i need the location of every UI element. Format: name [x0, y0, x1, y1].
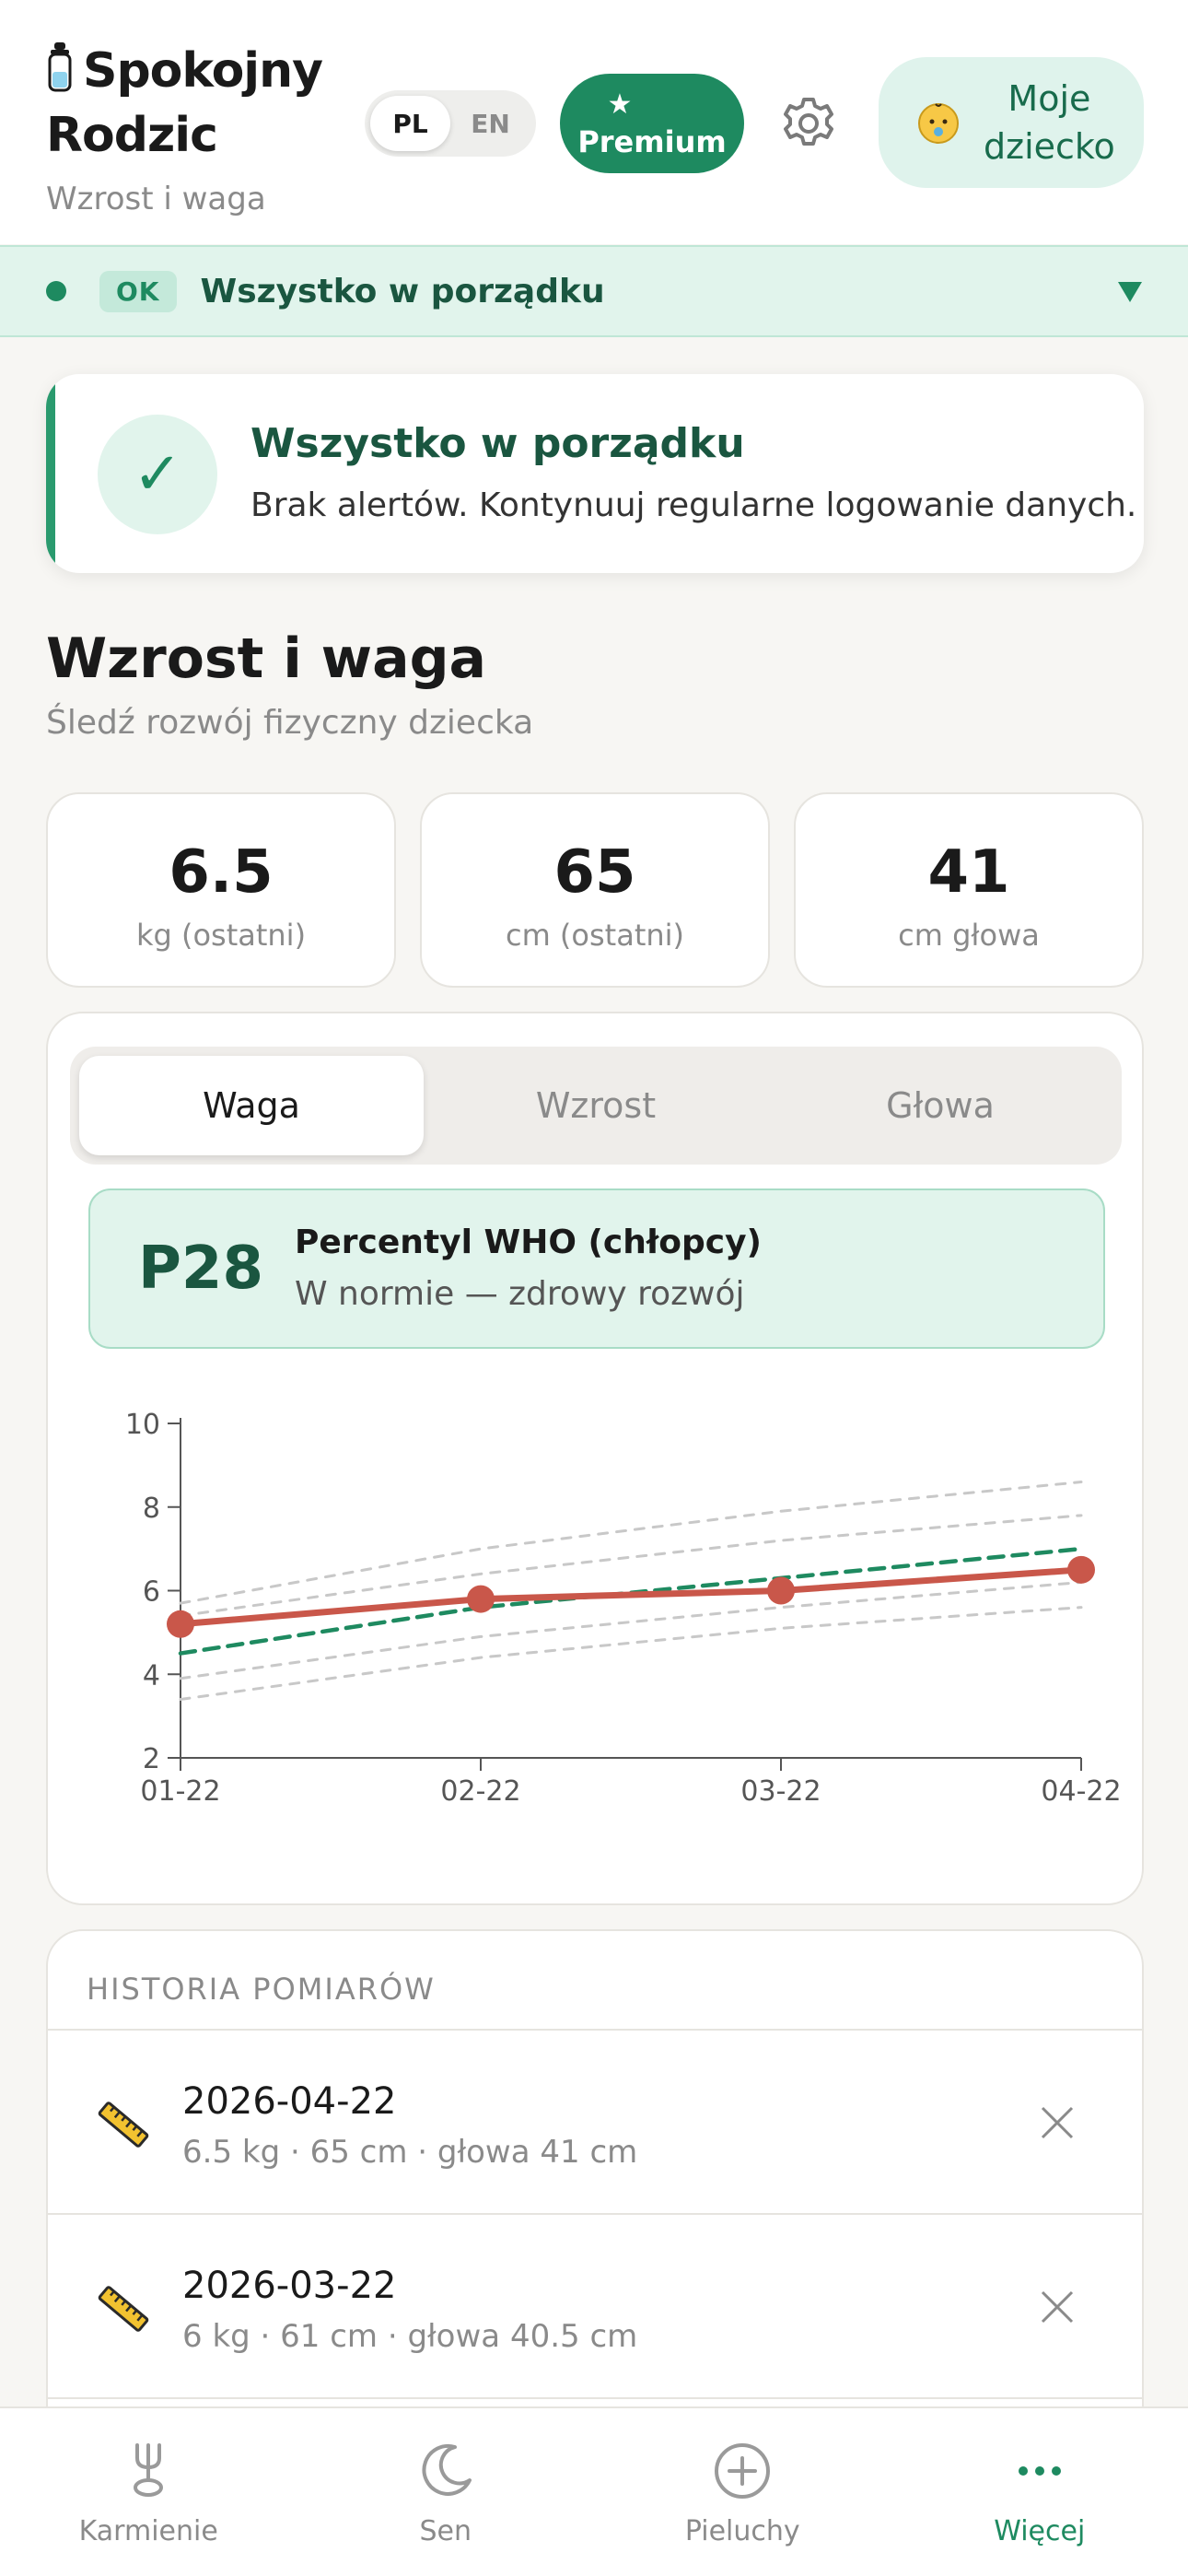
x-tick-label: 04-22 — [1041, 1775, 1121, 1808]
weight-chart: 2 4 6 8 10 01-22 02-22 03-22 04-22 — [125, 1409, 1122, 1808]
history-date: 2026-04-22 — [182, 2080, 397, 2123]
tab-head[interactable]: Głowa — [768, 1056, 1112, 1155]
percentile-title: Percentyl WHO (chłopcy) — [295, 1224, 763, 1261]
ruler-icon — [98, 2102, 149, 2148]
close-icon[interactable] — [1039, 2289, 1076, 2325]
app-title-line1: Spokojny — [83, 43, 323, 99]
stat-value: 41 — [927, 838, 1010, 907]
history-date: 2026-03-22 — [182, 2265, 397, 2307]
data-point — [767, 1576, 795, 1605]
tab-height[interactable]: Wzrost — [424, 1056, 768, 1155]
premium-button[interactable]: ★ Premium — [560, 74, 744, 173]
series-line-percentile — [178, 1546, 1084, 1656]
tab-weight[interactable]: Waga — [79, 1056, 424, 1155]
check-icon: ✓ — [98, 415, 217, 534]
y-tick-label: 2 — [143, 1743, 160, 1775]
bottle-icon — [48, 42, 72, 92]
lang-en-button[interactable]: EN — [450, 96, 530, 151]
nav-label: Sen — [419, 2515, 472, 2547]
percentile-value: P28 — [138, 1235, 263, 1303]
stat-card-weight: 6.5 kg (ostatni) — [46, 792, 396, 988]
bottom-nav: Karmienie Sen Pieluchy Więcej — [0, 2406, 1188, 2576]
nav-item-sleep[interactable]: Sen — [297, 2408, 595, 2576]
data-point — [1067, 1555, 1095, 1584]
nav-label: Pieluchy — [684, 2515, 800, 2547]
alert-accent-bar — [46, 374, 55, 573]
gear-icon[interactable] — [779, 94, 838, 153]
status-dot-icon — [46, 281, 66, 301]
app-header: Spokojny Rodzic Wzrost i waga PL EN ★ Pr… — [0, 0, 1188, 244]
stat-label: cm głowa — [898, 918, 1040, 953]
lang-pl-button[interactable]: PL — [370, 96, 450, 151]
x-tick-label: 01-22 — [140, 1775, 220, 1808]
nav-item-diapers[interactable]: Pieluchy — [594, 2408, 891, 2576]
y-tick-label: 8 — [143, 1493, 160, 1525]
plus-circle-icon — [715, 2443, 771, 2499]
x-tick-label: 03-22 — [740, 1775, 821, 1808]
stat-card-head: 41 cm głowa — [794, 792, 1144, 988]
chevron-down-icon[interactable] — [1116, 278, 1144, 304]
my-child-line2: dziecko — [984, 126, 1115, 167]
alert-card: ✓ Wszystko w porządku Brak alertów. Kont… — [46, 374, 1144, 573]
close-icon[interactable] — [1039, 2104, 1076, 2141]
status-text: Wszystko w porządku — [200, 272, 605, 310]
percentile-subtitle: W normie — zdrowy rozwój — [295, 1275, 745, 1313]
stat-card-height: 65 cm (ostatni) — [420, 792, 770, 988]
nav-label: Więcej — [994, 2515, 1086, 2547]
status-strip[interactable]: OK Wszystko w porządku — [0, 245, 1188, 337]
percentile-box: P28 Percentyl WHO (chłopcy) W normie — z… — [88, 1188, 1105, 1349]
nav-item-feeding[interactable]: Karmienie — [0, 2408, 297, 2576]
my-child-button[interactable]: Moje dziecko — [879, 57, 1144, 188]
history-detail: 6 kg · 61 cm · głowa 40.5 cm — [182, 2318, 638, 2355]
metric-tabs: Waga Wzrost Głowa — [70, 1047, 1122, 1165]
data-point — [167, 1610, 194, 1638]
ruler-icon — [98, 2286, 149, 2332]
stat-label: kg (ostatni) — [135, 918, 307, 953]
header-subtitle: Wzrost i waga — [46, 181, 266, 217]
stat-label: cm (ostatni) — [505, 918, 685, 953]
language-toggle[interactable]: PL EN — [365, 90, 536, 157]
brand: Spokojny Rodzic Wzrost i waga — [46, 39, 323, 217]
growth-chart-card: Waga Wzrost Głowa P28 Percentyl WHO (chł… — [46, 1012, 1144, 1905]
my-child-label: Moje dziecko — [984, 75, 1115, 170]
series-line-reference — [179, 1606, 1083, 1701]
history-row[interactable]: 2026-03-22 6 kg · 61 cm · głowa 40.5 cm — [48, 2213, 1142, 2397]
more-dots-icon — [1018, 2466, 1061, 2476]
series-line-reference — [179, 1481, 1083, 1605]
x-tick-label: 02-22 — [440, 1775, 520, 1808]
y-tick-label: 4 — [143, 1659, 160, 1692]
baby-face-icon — [918, 103, 959, 144]
history-row[interactable]: 2026-04-22 6.5 kg · 65 cm · głowa 41 cm — [48, 2029, 1142, 2213]
moon-icon — [422, 2443, 472, 2496]
feeding-icon — [134, 2443, 164, 2497]
star-icon: ★ — [607, 88, 633, 121]
alert-body: Brak alertów. Kontynuuj regularne logowa… — [250, 486, 1137, 524]
status-badge: OK — [99, 270, 177, 312]
history-detail: 6.5 kg · 65 cm · głowa 41 cm — [182, 2134, 638, 2171]
data-point — [467, 1585, 495, 1613]
series-line-reference — [179, 1514, 1083, 1618]
page-subtitle: Śledź rozwój fizyczny dziecka — [46, 704, 534, 742]
app-title: Spokojny Rodzic — [46, 39, 323, 168]
app-title-line2: Rodzic — [46, 108, 218, 163]
alert-title: Wszystko w porządku — [250, 420, 745, 467]
page-title: Wzrost i waga — [46, 626, 487, 691]
nav-item-more[interactable]: Więcej — [891, 2408, 1188, 2576]
stat-value: 6.5 — [169, 838, 274, 907]
nav-label: Karmienie — [78, 2515, 218, 2547]
premium-label: Premium — [577, 124, 727, 159]
my-child-line1: Moje — [1007, 78, 1091, 119]
stat-value: 65 — [553, 838, 636, 907]
history-title: HISTORIA POMIARÓW — [87, 1972, 436, 2007]
y-tick-label: 6 — [143, 1576, 160, 1609]
y-tick-label: 10 — [125, 1409, 160, 1441]
